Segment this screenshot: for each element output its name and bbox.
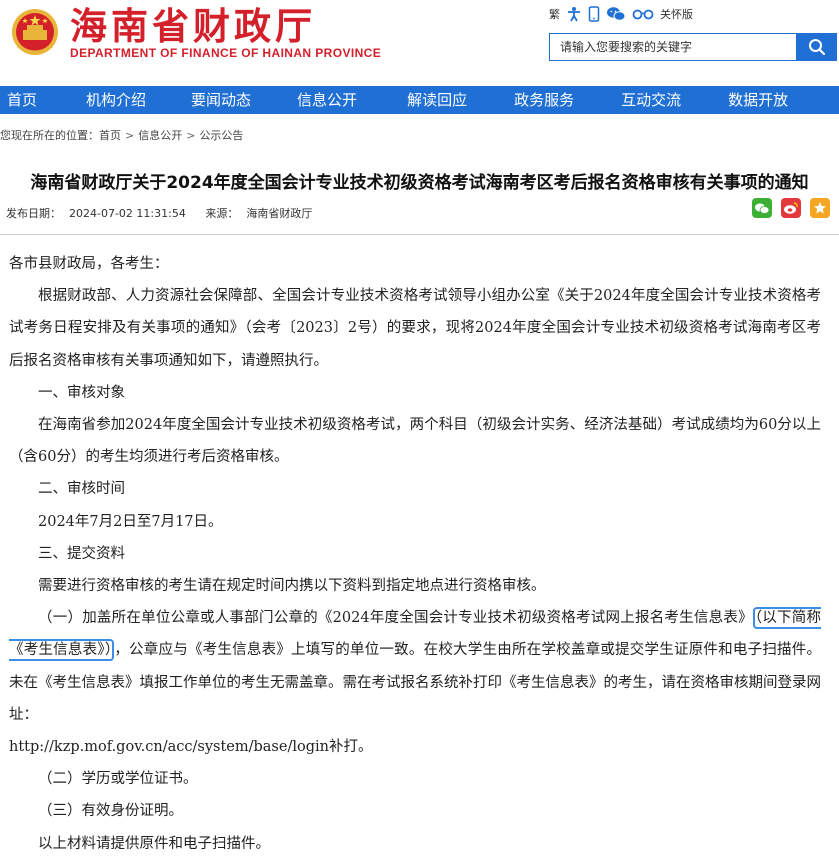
breadcrumb-home[interactable]: 首页 [99, 129, 121, 142]
wechat-icon[interactable] [606, 6, 626, 22]
search-button[interactable] [797, 33, 837, 61]
search-input[interactable] [550, 34, 796, 60]
weibo-share-icon[interactable] [781, 198, 801, 218]
article-title: 海南省财政厅关于2024年度全国会计专业技术初级资格考试海南考区考后报名资格审核… [30, 173, 809, 194]
publish-date: 2024-07-02 11:31:54 [69, 207, 186, 220]
accessibility-person-icon[interactable] [566, 6, 582, 22]
source-label: 来源： [205, 207, 239, 220]
nav-home[interactable]: 首页 [7, 86, 37, 114]
glasses-icon[interactable] [632, 8, 654, 20]
paragraph: 以上材料请提供原件和电子扫描件。 [38, 835, 270, 852]
section-heading: 二、审核时间 [38, 481, 125, 498]
wechat-share-icon[interactable] [752, 198, 772, 218]
paragraph: （三）有效身份证明。 [38, 803, 183, 820]
nav-services[interactable]: 政务服务 [514, 86, 574, 114]
paragraph-text: ，公章应与《考生信息表》上填写的单位一致。在校大学生由所在学校盖章或提交学生证原… [9, 642, 822, 723]
date-label: 发布日期： [6, 207, 61, 220]
nav-interaction[interactable]: 互动交流 [621, 86, 681, 114]
section-heading: 三、提交资料 [38, 545, 125, 562]
article-body: 各市县财政局，各考生： 根据财政部、人力资源社会保障部、全国会计专业技术资格考试… [9, 248, 821, 860]
nav-interpretation[interactable]: 解读回应 [407, 86, 467, 114]
main-nav: 首页 机构介绍 要闻动态 信息公开 解读回应 政务服务 互动交流 数据开放 [0, 86, 839, 114]
divider [0, 234, 839, 235]
paragraph: （二）学历或学位证书。 [38, 771, 198, 788]
paragraph: 需要进行资格审核的考生请在规定时间内携以下资料到指定地点进行资格审核。 [38, 578, 546, 595]
search-icon [809, 39, 826, 56]
article-meta: 发布日期： 2024-07-02 11:31:54 来源： 海南省财政厅 [6, 205, 328, 221]
breadcrumb-separator: > [125, 129, 135, 142]
breadcrumb-separator: > [186, 129, 196, 142]
section-heading: 一、审核对象 [38, 384, 125, 401]
header-tools: 繁 关怀版 [549, 5, 699, 23]
nav-info-disclosure[interactable]: 信息公开 [297, 86, 357, 114]
nav-about[interactable]: 机构介绍 [86, 86, 146, 114]
mobile-icon[interactable] [588, 6, 600, 22]
breadcrumb: 您现在所在的位置：首页 > 信息公开 > 公示公告 [0, 127, 243, 143]
traditional-chinese-link[interactable]: 繁 [549, 6, 560, 22]
paragraph-text: （一）加盖所在单位公章或人事部门公章的《2024年度全国会计专业技术初级资格考试… [38, 610, 753, 627]
site-name-en: DEPARTMENT OF FINANCE OF HAINAN PROVINCE [70, 46, 382, 60]
favorite-star-icon[interactable] [810, 198, 830, 218]
breadcrumb-info[interactable]: 信息公开 [138, 129, 182, 142]
article-source: 海南省财政厅 [246, 207, 313, 220]
login-url[interactable]: http://kzp.mof.gov.cn/acc/system/base/lo… [9, 731, 821, 763]
paragraph: （一）加盖所在单位公章或人事部门公章的《2024年度全国会计专业技术初级资格考试… [9, 602, 821, 731]
care-version-link[interactable]: 关怀版 [660, 6, 693, 22]
site-header: 海南省财政厅 DEPARTMENT OF FINANCE OF HAINAN P… [0, 0, 839, 86]
breadcrumb-notice[interactable]: 公示公告 [199, 129, 243, 142]
national-emblem-logo[interactable] [10, 6, 60, 58]
paragraph: 在海南省参加2024年度全国会计专业技术初级资格考试，两个科目（初级会计实务、经… [9, 417, 821, 466]
breadcrumb-prefix: 您现在所在的位置： [0, 129, 99, 142]
nav-open-data[interactable]: 数据开放 [728, 86, 788, 114]
nav-news[interactable]: 要闻动态 [191, 86, 251, 114]
salutation: 各市县财政局，各考生： [9, 256, 169, 272]
paragraph: 2024年7月2日至7月17日。 [38, 513, 223, 530]
site-name-cn[interactable]: 海南省财政厅 [70, 4, 316, 48]
paragraph: 根据财政部、人力资源社会保障部、全国会计专业技术资格考试领导小组办公室《关于20… [9, 288, 821, 369]
search-box [549, 33, 797, 61]
